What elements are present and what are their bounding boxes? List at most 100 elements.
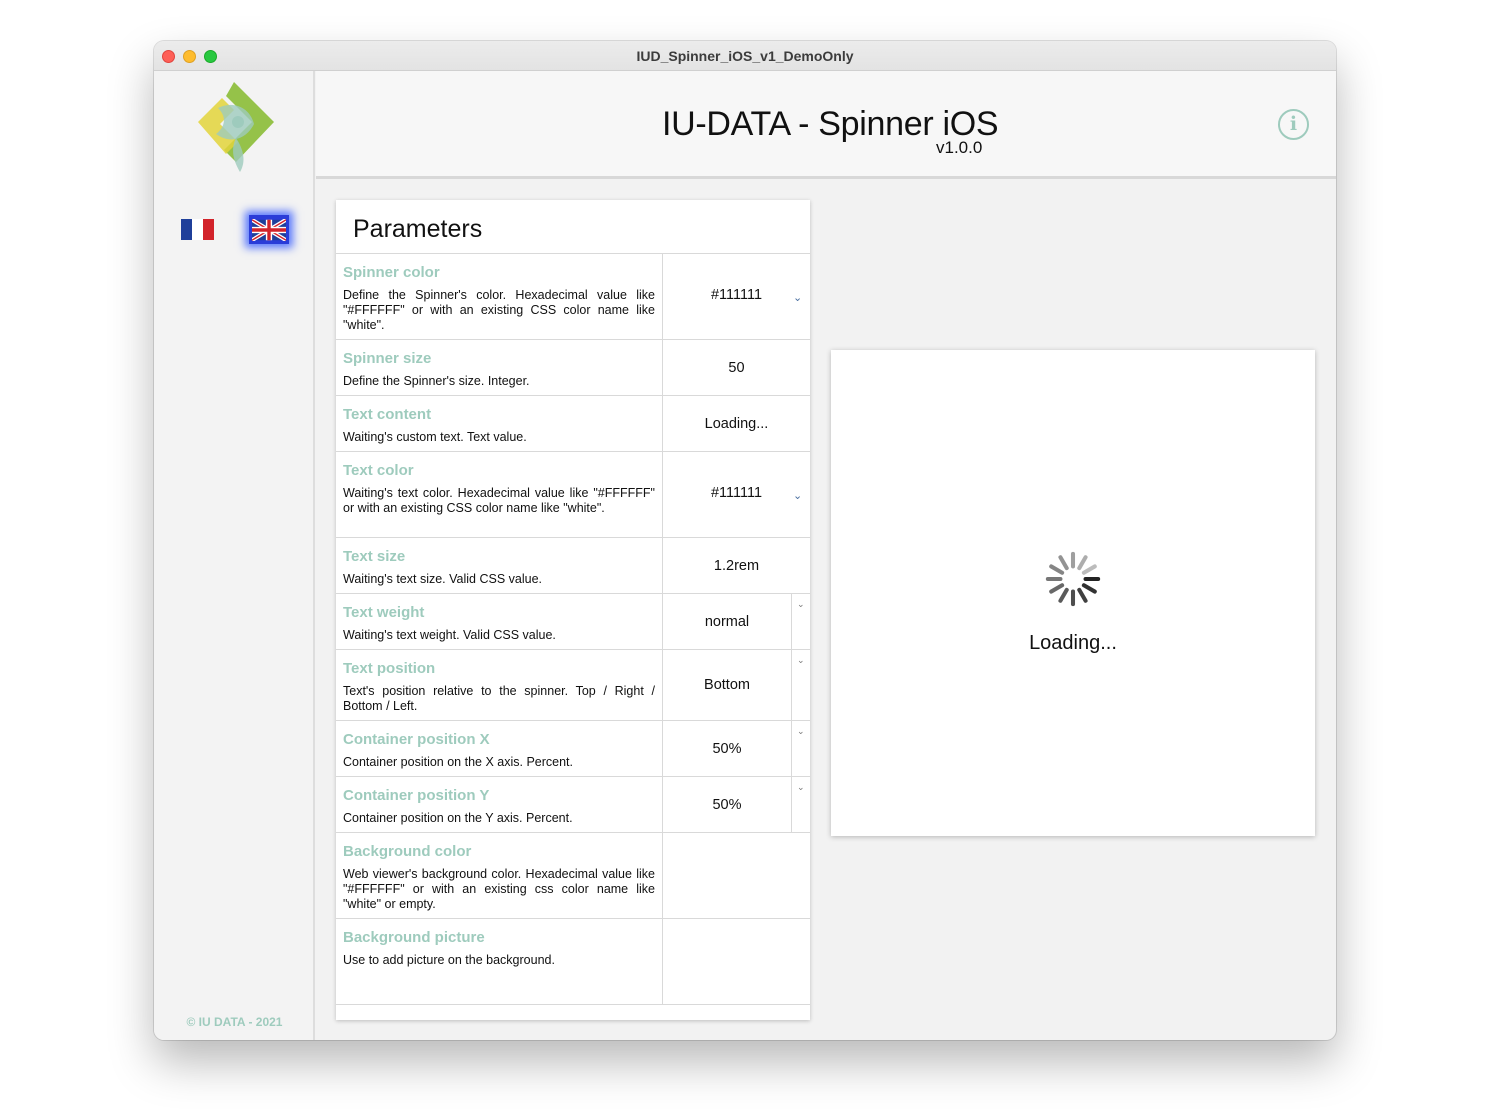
iu-data-logo bbox=[198, 82, 274, 172]
param-value: 50% bbox=[712, 796, 742, 813]
param-name: Background picture bbox=[343, 929, 485, 946]
window-title: IUD_Spinner_iOS_v1_DemoOnly bbox=[636, 48, 854, 64]
chevron-down-icon: ⌄ bbox=[793, 292, 803, 304]
param-row-spinner-color: Spinner color Define the Spinner's color… bbox=[336, 254, 810, 340]
param-value: 50 bbox=[728, 359, 745, 376]
chevron-down-icon: ⌄ bbox=[797, 782, 805, 792]
parameters-title: Parameters bbox=[336, 200, 810, 254]
spinner-spoke bbox=[1058, 587, 1069, 603]
param-row-container-position-y: Container position Y Container position … bbox=[336, 777, 810, 833]
text-color-select[interactable]: #111111 ⌄ bbox=[663, 452, 810, 537]
flag-stripe bbox=[181, 219, 192, 240]
param-value: #111111 bbox=[710, 287, 763, 303]
param-row-background-picture: Background picture Use to add picture on… bbox=[336, 919, 810, 1005]
param-name: Text weight bbox=[343, 604, 425, 621]
param-description: Waiting's text weight. Valid CSS value. bbox=[343, 628, 556, 642]
container-position-x-select[interactable]: 50% ⌄ bbox=[663, 721, 810, 776]
spinner-spoke bbox=[1049, 564, 1065, 575]
param-name: Spinner color bbox=[343, 264, 440, 281]
param-row-text-color: Text color Waiting's text color. Hexadec… bbox=[336, 452, 810, 538]
param-row-text-size: Text size Waiting's text size. Valid CSS… bbox=[336, 538, 810, 594]
param-description-cell: Background picture Use to add picture on… bbox=[336, 919, 663, 1004]
uk-flag-icon bbox=[252, 218, 286, 241]
spinner-spoke bbox=[1049, 583, 1065, 594]
text-size-input[interactable]: 1.2rem bbox=[663, 538, 810, 593]
param-name: Container position Y bbox=[343, 787, 490, 804]
param-value: 50% bbox=[712, 740, 742, 757]
chevron-down-icon: ⌄ bbox=[793, 490, 803, 502]
param-description-cell: Spinner color Define the Spinner's color… bbox=[336, 254, 663, 339]
english-flag-button[interactable] bbox=[249, 215, 289, 244]
param-description-cell: Container position Y Container position … bbox=[336, 777, 663, 832]
page-header: IU-DATA - Spinner iOS v1.0.0 i bbox=[316, 71, 1336, 179]
dropdown-toggle[interactable]: ⌄ bbox=[791, 777, 810, 832]
param-row-text-content: Text content Waiting's custom text. Text… bbox=[336, 396, 810, 452]
flag-stripe bbox=[203, 219, 214, 240]
param-row-text-weight: Text weight Waiting's text weight. Valid… bbox=[336, 594, 810, 650]
background-color-input[interactable] bbox=[663, 833, 810, 918]
param-row-text-position: Text position Text's position relative t… bbox=[336, 650, 810, 721]
dropdown-toggle[interactable]: ⌄ bbox=[791, 721, 810, 776]
spinner-color-select[interactable]: #111111 ⌄ bbox=[663, 254, 810, 339]
spinner-spoke bbox=[1077, 587, 1088, 603]
background-picture-container[interactable] bbox=[663, 919, 810, 1004]
param-description-cell: Text weight Waiting's text weight. Valid… bbox=[336, 594, 663, 649]
dropdown-toggle[interactable]: ⌄ bbox=[791, 594, 810, 649]
app-window: IUD_Spinner_iOS_v1_DemoOnly © IU DATA - … bbox=[154, 41, 1336, 1040]
loading-text: Loading... bbox=[1029, 632, 1117, 654]
text-position-select[interactable]: Bottom ⌄ bbox=[663, 650, 810, 720]
param-description-cell: Text size Waiting's text size. Valid CSS… bbox=[336, 538, 663, 593]
parameters-panel: Parameters Spinner color Define the Spin… bbox=[336, 200, 810, 1020]
param-value: Loading... bbox=[704, 415, 769, 432]
param-description-cell: Spinner size Define the Spinner's size. … bbox=[336, 340, 663, 395]
sidebar: © IU DATA - 2021 bbox=[154, 71, 315, 1040]
param-description: Use to add picture on the background. bbox=[343, 953, 555, 967]
param-description-cell: Container position X Container position … bbox=[336, 721, 663, 776]
spinner-icon bbox=[1045, 551, 1101, 607]
param-name: Text size bbox=[343, 548, 406, 565]
param-name: Spinner size bbox=[343, 350, 432, 367]
spinner-size-input[interactable]: 50 bbox=[663, 340, 810, 395]
param-row-spinner-size: Spinner size Define the Spinner's size. … bbox=[336, 340, 810, 396]
param-name: Text position bbox=[343, 660, 436, 677]
param-value: Bottom bbox=[704, 677, 750, 693]
spinner-spoke bbox=[1058, 555, 1069, 571]
param-row-container-position-x: Container position X Container position … bbox=[336, 721, 810, 777]
param-description-cell: Text color Waiting's text color. Hexadec… bbox=[336, 452, 663, 537]
chevron-down-icon: ⌄ bbox=[797, 655, 805, 665]
param-value: 1.2rem bbox=[713, 557, 760, 574]
param-description-cell: Text position Text's position relative t… bbox=[336, 650, 663, 720]
french-flag-button[interactable] bbox=[181, 219, 214, 240]
param-description: Define the Spinner's size. Integer. bbox=[343, 374, 530, 388]
chevron-down-icon: ⌄ bbox=[797, 726, 805, 736]
param-description: Container position on the X axis. Percen… bbox=[343, 755, 573, 769]
param-description: Define the Spinner's color. Hexadecimal … bbox=[343, 288, 655, 332]
param-name: Container position X bbox=[343, 731, 490, 748]
param-name: Text color bbox=[343, 462, 414, 479]
param-description: Container position on the Y axis. Percen… bbox=[343, 811, 573, 825]
chevron-down-icon: ⌄ bbox=[797, 599, 805, 609]
param-row-background-color: Background color Web viewer's background… bbox=[336, 833, 810, 919]
spinner-spoke bbox=[1081, 564, 1097, 575]
flag-stripe bbox=[192, 219, 203, 240]
version-label: v1.0.0 bbox=[936, 138, 983, 157]
param-description: Text's position relative to the spinner.… bbox=[343, 684, 655, 713]
param-description: Web viewer's background color. Hexadecim… bbox=[343, 867, 655, 911]
container-position-y-select[interactable]: 50% ⌄ bbox=[663, 777, 810, 832]
copyright-text: © IU DATA - 2021 bbox=[186, 1015, 283, 1029]
info-icon[interactable]: i bbox=[1278, 109, 1309, 140]
param-value: #111111 bbox=[710, 485, 763, 501]
text-weight-select[interactable]: normal ⌄ bbox=[663, 594, 810, 649]
param-description-cell: Text content Waiting's custom text. Text… bbox=[336, 396, 663, 451]
text-content-input[interactable]: Loading... bbox=[663, 396, 810, 451]
param-description: Waiting's text size. Valid CSS value. bbox=[343, 572, 542, 586]
title-bar: IUD_Spinner_iOS_v1_DemoOnly bbox=[154, 41, 1336, 71]
param-description: Waiting's text color. Hexadecimal value … bbox=[343, 486, 655, 515]
param-description-cell: Background color Web viewer's background… bbox=[336, 833, 663, 918]
dropdown-toggle[interactable]: ⌄ bbox=[791, 650, 810, 720]
param-value: normal bbox=[704, 613, 750, 630]
param-name: Text content bbox=[343, 406, 432, 423]
spinner-spoke bbox=[1077, 555, 1088, 571]
spinner-spoke bbox=[1081, 583, 1097, 594]
param-description: Waiting's custom text. Text value. bbox=[343, 430, 527, 444]
